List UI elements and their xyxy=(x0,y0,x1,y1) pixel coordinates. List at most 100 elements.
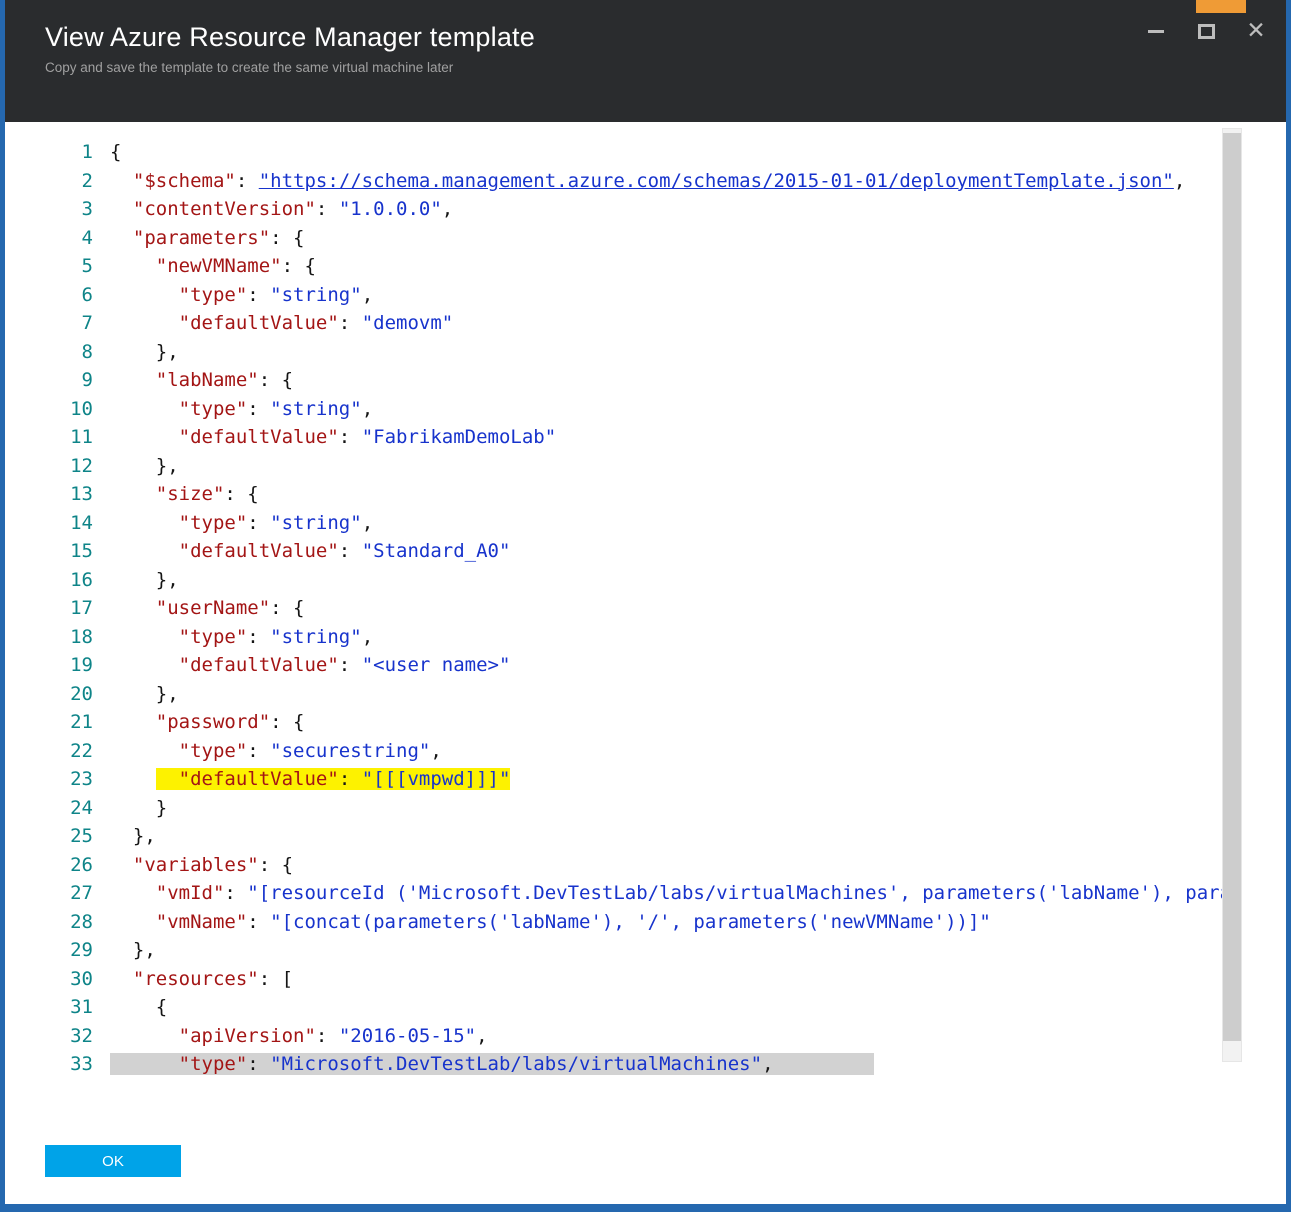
code-token: }, xyxy=(110,340,179,363)
line-number: 32 xyxy=(70,1024,93,1047)
code-line: 17 "userName": { xyxy=(5,594,1286,623)
line-number: 21 xyxy=(70,711,93,733)
maximize-button[interactable] xyxy=(1181,14,1231,48)
line-number: 4 xyxy=(81,226,93,249)
code-lines-container: 1{2 "$schema": "https://schema.managemen… xyxy=(5,138,1286,1079)
scrollbar-thumb[interactable] xyxy=(1223,133,1241,1041)
json-key-token: "newVMName" xyxy=(155,255,282,277)
json-key-token: "defaultValue" xyxy=(178,426,339,448)
line-number: 17 xyxy=(70,597,93,619)
line-number: 6 xyxy=(81,283,93,306)
ok-button[interactable]: OK xyxy=(45,1145,181,1177)
code-line: 1{ xyxy=(5,138,1286,167)
code-line: 6 "type": "string", xyxy=(5,281,1286,310)
json-key-token: "$schema" xyxy=(132,169,236,192)
line-number: 28 xyxy=(70,910,93,933)
line-number: 15 xyxy=(70,540,93,562)
code-token: : { xyxy=(270,597,305,619)
schema-url-link[interactable]: "https://schema.management.azure.com/sch… xyxy=(259,170,1174,192)
code-line: 19 "defaultValue": "<user name>" xyxy=(5,651,1286,680)
code-line: 24 } xyxy=(5,794,1286,823)
vertical-scrollbar[interactable] xyxy=(1222,128,1242,1062)
close-button[interactable]: ✕ xyxy=(1231,14,1281,48)
code-line: 21 "password": { xyxy=(5,708,1286,737)
code-token: : xyxy=(315,198,339,220)
code-token: }, xyxy=(110,568,179,591)
template-code-viewer[interactable]: 1{2 "$schema": "https://schema.managemen… xyxy=(5,122,1286,1112)
line-number: 23 xyxy=(70,768,93,790)
json-value-token: "[concat(parameters('labName'), '/', par… xyxy=(270,910,991,933)
minimize-button[interactable] xyxy=(1131,14,1181,48)
dialog-window: View Azure Resource Manager template Cop… xyxy=(0,0,1291,1212)
code-token: , xyxy=(430,739,442,762)
json-key-token: "parameters" xyxy=(132,226,271,249)
json-key-token: "type" xyxy=(178,511,248,534)
json-value-token: "[resourceId ('Microsoft.DevTestLab/labs… xyxy=(247,882,1243,904)
code-token: }, xyxy=(110,682,179,705)
line-number: 2 xyxy=(81,169,93,192)
code-line: 29 }, xyxy=(5,936,1286,965)
line-number: 7 xyxy=(81,312,93,334)
code-token: }, xyxy=(110,939,156,961)
code-line-text: }, xyxy=(110,341,179,363)
code-line-text: "parameters": { xyxy=(110,227,305,249)
selected-code-line: 33 "type": "Microsoft.DevTestLab/labs/vi… xyxy=(5,1050,1286,1079)
line-number: 8 xyxy=(81,340,93,363)
code-token: : xyxy=(235,169,259,192)
code-line: 20 }, xyxy=(5,680,1286,709)
code-token: { xyxy=(110,996,168,1018)
json-key-token: "type" xyxy=(178,625,248,648)
code-token: : xyxy=(247,625,271,648)
dialog-body: 1{2 "$schema": "https://schema.managemen… xyxy=(5,122,1286,1204)
code-token: : xyxy=(338,540,362,562)
code-line-text: "password": { xyxy=(110,711,305,733)
code-line: 13 "size": { xyxy=(5,480,1286,509)
line-number: 30 xyxy=(70,967,93,990)
code-line: 32 "apiVersion": "2016-05-15", xyxy=(5,1022,1286,1051)
line-number: 11 xyxy=(70,426,93,448)
code-token: : [ xyxy=(258,967,294,990)
json-value-token: "2016-05-15" xyxy=(338,1024,477,1047)
code-line: 16 }, xyxy=(5,566,1286,595)
code-token: : xyxy=(338,654,362,676)
code-token: , xyxy=(361,397,374,420)
code-token: : xyxy=(247,511,271,534)
json-key-token: "apiVersion" xyxy=(178,1024,316,1047)
code-line: 2 "$schema": "https://schema.management.… xyxy=(5,167,1286,196)
code-token: : xyxy=(247,283,271,306)
code-line: 26 "variables": { xyxy=(5,851,1286,880)
code-line: 8 }, xyxy=(5,338,1286,367)
code-line-text: }, xyxy=(110,939,156,961)
window-controls: ✕ xyxy=(1131,14,1281,48)
code-token: }, xyxy=(110,825,156,847)
line-number: 12 xyxy=(70,454,93,477)
code-token: : xyxy=(247,910,271,933)
line-number: 14 xyxy=(70,511,93,534)
json-key-token: "type" xyxy=(178,283,248,306)
json-value-token: "securestring" xyxy=(270,739,431,762)
code-token: : xyxy=(338,312,362,334)
json-value-token: "demovm" xyxy=(361,312,454,334)
code-token: : { xyxy=(270,226,305,249)
line-number: 1 xyxy=(81,141,93,163)
json-key-token: "contentVersion" xyxy=(132,198,316,220)
json-value-token: "string" xyxy=(270,283,362,306)
line-number: 18 xyxy=(70,625,93,648)
dialog-title: View Azure Resource Manager template xyxy=(45,22,535,52)
highlighted-token: : xyxy=(338,768,362,790)
line-number: 33 xyxy=(70,1053,93,1075)
code-line-text: "userName": { xyxy=(110,597,305,619)
line-number: 3 xyxy=(81,198,93,220)
code-token: : { xyxy=(258,369,294,391)
json-key-token: "labName" xyxy=(155,369,259,391)
code-line-text: } xyxy=(110,797,167,819)
